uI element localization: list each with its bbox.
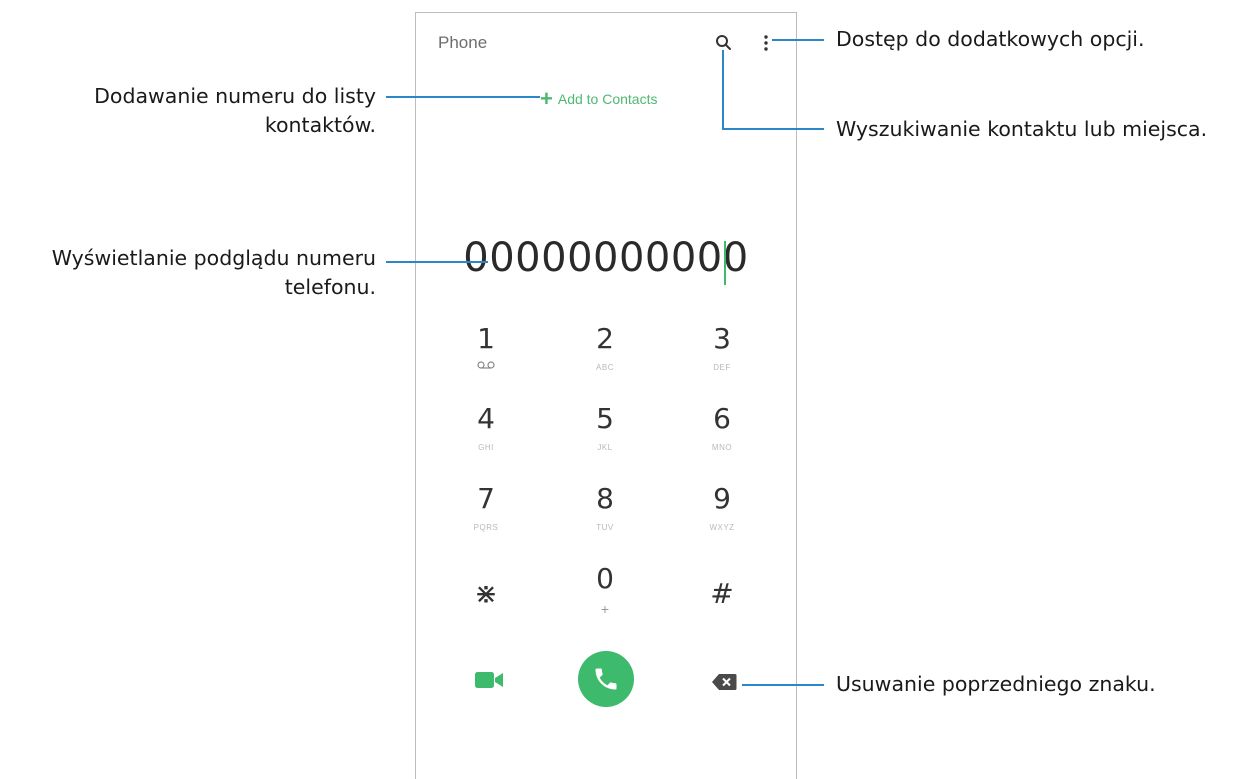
key-digit: 2: [596, 322, 614, 355]
key-0[interactable]: 0 +: [555, 563, 655, 633]
key-letters: ABC: [596, 363, 614, 372]
callout-preview-line2: telefonu.: [284, 275, 376, 299]
callout-line-add-contact: [386, 96, 540, 98]
key-7[interactable]: 7 PQRS: [436, 483, 536, 553]
phone-icon: [595, 668, 617, 690]
key-letters: PQRS: [473, 523, 499, 532]
key-digit: #: [710, 577, 734, 610]
key-1[interactable]: 1: [436, 323, 536, 393]
key-letters: MNO: [711, 443, 733, 452]
callout-line-delete: [742, 684, 824, 686]
key-2[interactable]: 2 ABC: [555, 323, 655, 393]
video-call-icon[interactable]: [474, 669, 504, 691]
key-digit: 1: [477, 322, 495, 355]
callout-delete: Usuwanie poprzedniego znaku.: [836, 672, 1156, 696]
callout-add-contact-line1: Dodawanie numeru do listy: [94, 84, 376, 108]
backspace-icon[interactable]: [711, 673, 737, 691]
callout-preview-line1: Wyświetlanie podglądu numeru: [51, 246, 376, 270]
key-digit: 5: [596, 402, 614, 435]
key-letters: JKL: [597, 443, 613, 452]
key-hash[interactable]: #: [672, 578, 772, 648]
key-4[interactable]: 4 GHI: [436, 403, 536, 473]
callout-add-contact-line2: kontaktów.: [264, 113, 376, 137]
callout-line-search-h: [722, 128, 824, 130]
key-8[interactable]: 8 TUV: [555, 483, 655, 553]
key-digit: 7: [477, 482, 495, 515]
app-title: Phone: [438, 33, 488, 52]
key-6[interactable]: 6 MNO: [672, 403, 772, 473]
key-digit: 4: [477, 402, 495, 435]
voicemail-icon: [477, 361, 495, 369]
key-letters: +: [600, 601, 610, 617]
key-3[interactable]: 3 DEF: [672, 323, 772, 393]
key-5[interactable]: 5 JKL: [555, 403, 655, 473]
more-options-icon[interactable]: [758, 31, 774, 55]
search-icon[interactable]: [712, 31, 736, 55]
text-cursor: [724, 241, 726, 285]
callout-search: Wyszukiwanie kontaktu lub miejsca.: [836, 117, 1208, 141]
add-to-contacts-button[interactable]: + Add to Contacts: [540, 87, 657, 111]
key-letters: TUV: [596, 523, 614, 532]
key-star[interactable]: ⋇: [436, 578, 536, 648]
key-9[interactable]: 9 WXYZ: [672, 483, 772, 553]
key-letters: WXYZ: [709, 523, 735, 532]
key-letters: DEF: [713, 363, 731, 372]
key-digit: 3: [713, 322, 731, 355]
callout-line-more: [772, 39, 824, 41]
plus-icon: +: [540, 86, 553, 111]
add-to-contacts-label: Add to Contacts: [557, 91, 658, 107]
key-digit: ⋇: [474, 577, 498, 610]
key-digit: 9: [713, 482, 731, 515]
key-letters: GHI: [478, 443, 494, 452]
callout-line-search-v: [722, 50, 724, 130]
key-digit: 0: [596, 562, 614, 595]
phone-number-display[interactable]: 00000000000: [416, 235, 796, 281]
call-button[interactable]: [578, 651, 634, 707]
callout-more-options: Dostęp do dodatkowych opcji.: [836, 27, 1145, 51]
key-digit: 8: [596, 482, 614, 515]
callout-line-preview: [386, 261, 488, 263]
key-digit: 6: [713, 402, 731, 435]
